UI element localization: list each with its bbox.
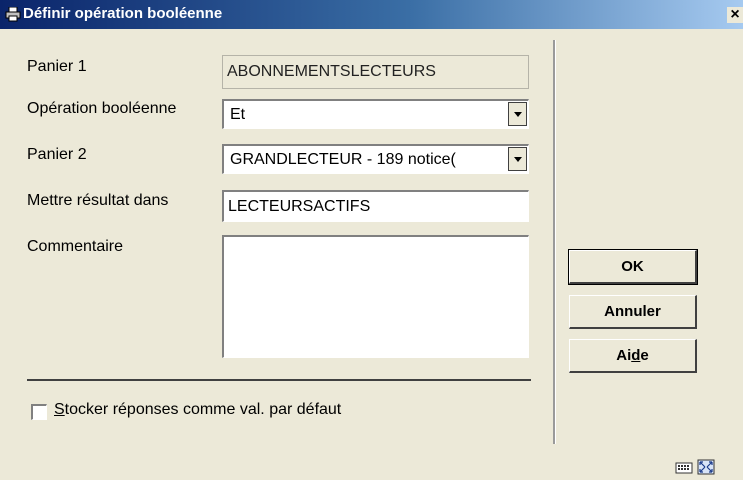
panier1-label: Panier 1 (27, 58, 87, 75)
stocker-label[interactable]: Stocker réponses comme val. par défaut (54, 401, 341, 419)
status-bar (0, 454, 743, 480)
panier1-field: ABONNEMENTSLECTEURS (222, 55, 529, 89)
stocker-mnemonic: S (54, 401, 65, 418)
stocker-checkbox[interactable] (31, 404, 47, 420)
operation-label: Opération booléenne (27, 100, 177, 117)
resultat-label: Mettre résultat dans (27, 192, 169, 209)
aide-label-end: e (640, 347, 649, 364)
aide-label-start: Ai (616, 347, 632, 364)
vertical-divider (553, 40, 556, 444)
commentaire-textarea[interactable] (222, 235, 529, 358)
horizontal-divider (27, 379, 531, 381)
printer-icon (5, 7, 21, 22)
title-bar: Définir opération booléenne × (0, 0, 743, 29)
resize-icon[interactable] (697, 459, 715, 475)
aide-button[interactable]: Aide (569, 339, 697, 373)
operation-value: Et (230, 106, 246, 123)
stocker-label-text: tocker réponses comme val. par défaut (64, 401, 342, 418)
commentaire-label: Commentaire (27, 238, 124, 255)
keyboard-icon[interactable] (675, 459, 693, 475)
ok-button[interactable]: OK (568, 249, 698, 285)
panier2-select[interactable]: GRANDLECTEUR - 189 notice( (222, 144, 529, 174)
resultat-input[interactable]: LECTEURSACTIFS (222, 190, 529, 222)
panier2-label: Panier 2 (27, 146, 87, 163)
operation-select[interactable]: Et (222, 99, 529, 129)
annuler-button[interactable]: Annuler (569, 295, 697, 329)
panier2-value: GRANDLECTEUR - 189 notice( (230, 151, 456, 168)
panier2-dropdown-arrow-icon[interactable] (508, 147, 527, 171)
window-title: Définir opération booléenne (23, 5, 223, 22)
close-button[interactable]: × (727, 7, 743, 23)
operation-dropdown-arrow-icon[interactable] (508, 102, 527, 126)
